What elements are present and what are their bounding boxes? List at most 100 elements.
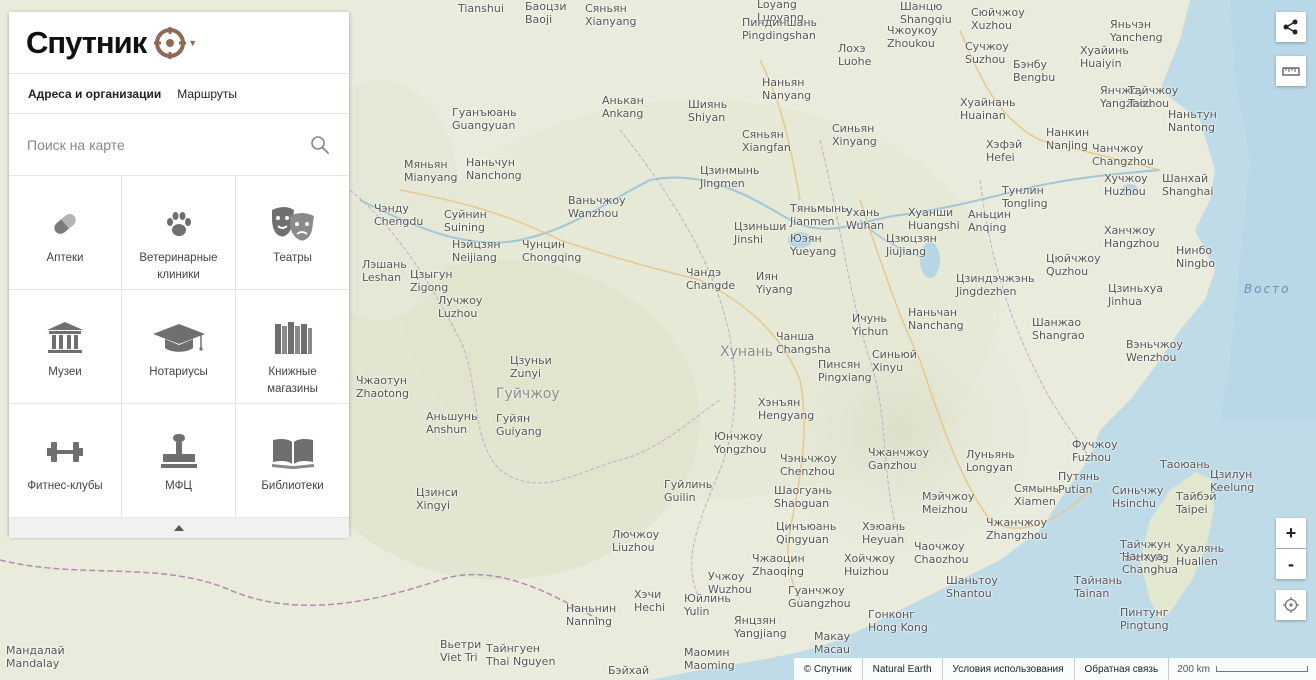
city-label[interactable]: Шаньтоу Shantou <box>946 574 998 600</box>
tab-routes[interactable]: Маршруты <box>177 87 237 101</box>
city-label[interactable]: Хойчжоу Huizhou <box>844 552 895 578</box>
city-label[interactable]: Таоюань <box>1160 458 1210 471</box>
city-label[interactable]: Чжоукоу Zhoukou <box>887 24 938 50</box>
category-fitness-clubs[interactable]: Фитнес-клубы <box>9 404 122 518</box>
tab-addresses[interactable]: Адреса и организации <box>28 87 161 101</box>
city-label[interactable]: Чанхуа Changhua <box>1122 550 1178 576</box>
city-label[interactable]: Сяньян Xiangfan <box>742 128 791 154</box>
city-label[interactable]: Нэйцзян Neijiang <box>452 238 501 264</box>
city-label[interactable]: Макау Macau <box>814 630 850 656</box>
city-label[interactable]: Маомин Maoming <box>684 646 735 672</box>
city-label[interactable]: Пинсян Pingxiang <box>818 358 872 384</box>
city-label[interactable]: Цюйчжоу Quzhou <box>1046 252 1101 278</box>
city-label[interactable]: Чжаотун Zhaotong <box>356 374 409 400</box>
city-label[interactable]: Шанхай Shanghai <box>1162 172 1213 198</box>
zoom-out-button[interactable]: - <box>1276 549 1306 579</box>
city-label[interactable]: Лохэ Luohe <box>838 42 871 68</box>
city-label[interactable]: Сямынь Xiamen <box>1014 482 1059 508</box>
city-label[interactable]: Хэнъян Hengyang <box>758 396 814 422</box>
city-label[interactable]: Юйлинь Yulin <box>684 592 731 618</box>
city-label[interactable]: Сяньян Xianyang <box>585 2 637 28</box>
city-label[interactable]: Гуанъюань Guangyuan <box>452 106 517 132</box>
city-label[interactable]: Суйнин Suining <box>444 208 487 234</box>
city-label[interactable]: Синьюй Xinyu <box>872 348 917 374</box>
city-label[interactable]: Хуайинь Huaiyin <box>1080 44 1129 70</box>
city-label[interactable]: Цзиньхуа Jinhua <box>1108 282 1163 308</box>
city-label[interactable]: Цзиндэчжэнь Jingdezhen <box>956 272 1035 298</box>
category-theaters[interactable]: Театры <box>236 176 349 290</box>
category-mfc[interactable]: МФЦ <box>122 404 236 518</box>
category-pharmacies[interactable]: Аптеки <box>9 176 122 290</box>
city-label[interactable]: Гуанчжоу Guangzhou <box>788 584 851 610</box>
city-label[interactable]: Мяньян Mianyang <box>404 158 457 184</box>
city-label[interactable]: Бэнбу Bengbu <box>1013 58 1055 84</box>
city-label[interactable]: Пиндиншань Pingdingshan <box>742 16 817 42</box>
city-label[interactable]: Наньчан Nanchang <box>908 306 964 332</box>
city-label[interactable]: Тайбэй Taipei <box>1176 490 1217 516</box>
city-label[interactable]: Ханчжоу Hangzhou <box>1104 224 1159 250</box>
city-label[interactable]: Анькан Ankang <box>602 94 644 120</box>
city-label[interactable]: Шанжао Shangrao <box>1032 316 1085 342</box>
city-label[interactable]: Путянь Putian <box>1058 470 1099 496</box>
locate-button[interactable] <box>1276 590 1306 620</box>
city-label[interactable]: Яньчэн Yancheng <box>1110 18 1163 44</box>
city-label[interactable]: Хэюань Heyuan <box>862 520 905 546</box>
search-input[interactable] <box>27 136 309 153</box>
city-label[interactable]: Юнчжоу Yongzhou <box>714 430 766 456</box>
city-label[interactable]: Гуйян Guiyang <box>496 412 542 438</box>
chevron-down-icon[interactable]: ▼ <box>188 38 197 48</box>
city-label[interactable]: Янцзян Yangjiang <box>734 614 787 640</box>
city-label[interactable]: Лучжоу Luzhou <box>438 294 482 320</box>
city-label[interactable]: Фучжоу Fuzhou <box>1072 438 1118 464</box>
zoom-in-button[interactable]: + <box>1276 518 1306 548</box>
collapse-panel-button[interactable] <box>9 518 349 538</box>
city-label[interactable]: Цзюцзян Jiujiang <box>886 232 937 258</box>
city-label[interactable]: Чжанчжоу Zhangzhou <box>986 516 1048 542</box>
attribution-natural-earth[interactable]: Natural Earth <box>861 658 942 680</box>
city-label[interactable]: Чаочжоу Chaozhou <box>914 540 969 566</box>
city-label[interactable]: Пинтунг Pingtung <box>1120 606 1169 632</box>
city-label[interactable]: Тайнгуен Thai Nguyen <box>486 642 555 668</box>
city-label[interactable]: Хэфэй Hefei <box>986 138 1022 164</box>
city-label[interactable]: Ухань Wuhan <box>846 206 884 232</box>
city-label[interactable]: Вэньчжоу Wenzhou <box>1126 338 1183 364</box>
city-label[interactable]: Чэнду Chengdu <box>374 202 423 228</box>
attribution-copyright[interactable]: © Спутник <box>794 658 862 680</box>
logo-text[interactable]: Спутник <box>26 25 147 61</box>
city-label[interactable]: Наньнин Nanning <box>566 602 616 628</box>
city-label[interactable]: Чанша Changsha <box>776 330 831 356</box>
city-label[interactable]: Чжанчжоу Ganzhou <box>868 446 929 472</box>
city-label[interactable]: Наньян Nanyang <box>762 76 811 102</box>
category-libraries[interactable]: Библиотеки <box>236 404 349 518</box>
city-label[interactable]: Синьчжу Hsinchu <box>1112 484 1163 510</box>
city-label[interactable]: Чэньчжоу Chenzhou <box>780 452 837 478</box>
search-icon[interactable] <box>309 134 331 156</box>
city-label[interactable]: Бэйхай <box>608 664 649 677</box>
city-label[interactable]: Мандалай Mandalay <box>6 644 65 670</box>
compass-icon[interactable] <box>154 26 187 59</box>
city-label[interactable]: Хучжоу Huzhou <box>1104 172 1148 198</box>
city-label[interactable]: Чунцин Chongqing <box>522 238 581 264</box>
city-label[interactable]: Аньцин Anqing <box>968 208 1011 234</box>
city-label[interactable]: Мэйчжоу Meizhou <box>922 490 974 516</box>
city-label[interactable]: Наньтун Nantong <box>1168 108 1217 134</box>
city-label[interactable]: Чанчжоу Changzhou <box>1092 142 1154 168</box>
feedback-link[interactable]: Обратная связь <box>1073 658 1169 680</box>
terms-link[interactable]: Условия использования <box>941 658 1074 680</box>
city-label[interactable]: Сюйчжоу Xuzhou <box>971 6 1025 32</box>
city-label[interactable]: Хуайнань Huainan <box>960 96 1016 122</box>
ruler-button[interactable] <box>1276 56 1306 86</box>
city-label[interactable]: Шиянь Shiyan <box>688 98 727 124</box>
city-label[interactable]: Гонконг Hong Kong <box>868 608 928 634</box>
category-bookstores[interactable]: Книжные магазины <box>236 290 349 404</box>
city-label[interactable]: Тайчжоу Taizhou <box>1128 84 1178 110</box>
share-button[interactable] <box>1276 12 1306 42</box>
city-label[interactable]: Tianshui <box>458 2 504 15</box>
city-label[interactable]: Шанцю Shangqiu <box>900 0 952 26</box>
city-label[interactable]: Цзинси Xingyi <box>416 486 458 512</box>
city-label[interactable]: Тяньмынь Jianmen <box>790 202 848 228</box>
city-label[interactable]: Цзуньи Zunyi <box>510 354 552 380</box>
city-label[interactable]: Аньшунь Anshun <box>426 410 477 436</box>
city-label[interactable]: Ваньчжоу Wanzhou <box>568 194 626 220</box>
city-label[interactable]: Юэян Yueyang <box>790 232 836 258</box>
